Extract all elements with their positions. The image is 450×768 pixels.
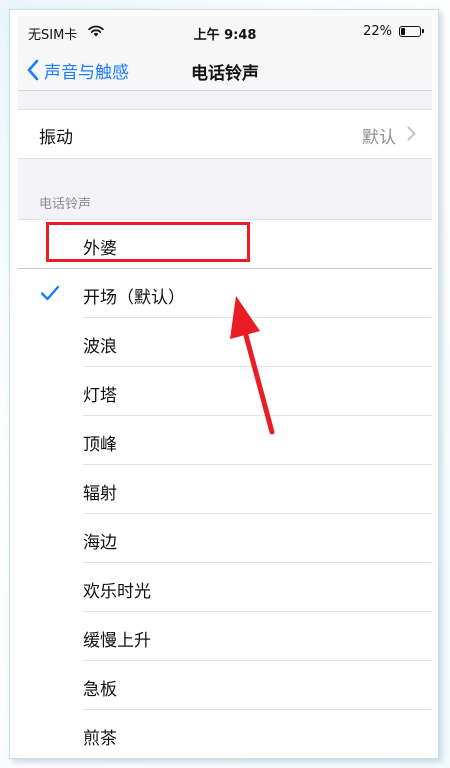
ringtone-name: 煎茶 — [83, 729, 117, 749]
ringtone-name: 灯塔 — [83, 386, 117, 406]
ringtone-name: 开场（默认） — [83, 288, 185, 308]
status-bar: 无SIM卡 上午 9:48 22% — [18, 16, 432, 50]
ringtone-name: 波浪 — [83, 337, 117, 357]
chevron-right-icon — [407, 126, 416, 141]
ringtone-item[interactable]: 缓慢上升 — [18, 612, 432, 661]
ringtone-item[interactable]: 灯塔 — [18, 367, 432, 416]
battery-percentage: 22% — [363, 24, 392, 39]
ringtone-list: 外婆 开场（默认） 波浪 灯塔 顶峰 辐射 海边 欢乐时光 缓慢上升 急板 煎茶 — [18, 219, 432, 752]
vibration-value: 默认 — [362, 128, 396, 148]
ringtone-name: 急板 — [83, 680, 117, 700]
navigation-bar: 声音与触感 电话铃声 — [18, 50, 432, 91]
ringtone-item[interactable]: 海边 — [18, 514, 432, 563]
ringtone-name: 缓慢上升 — [83, 631, 151, 651]
vibration-label: 振动 — [39, 128, 73, 148]
ringtone-item[interactable]: 顶峰 — [18, 416, 432, 465]
ringtone-name: 海边 — [83, 533, 117, 553]
ringtone-item[interactable]: 欢乐时光 — [18, 563, 432, 612]
battery-icon — [399, 26, 424, 37]
ringtone-section-header: 电话铃声 — [39, 197, 92, 212]
ringtone-name: 顶峰 — [83, 435, 117, 455]
phone-screen: 无SIM卡 上午 9:48 22% 声音与触感 电话铃声 振动 默认 电话铃声 … — [18, 16, 432, 752]
checkmark-icon — [40, 285, 60, 301]
battery-level — [401, 28, 405, 35]
ringtone-item[interactable]: 煎茶 — [18, 710, 432, 752]
page-title: 电话铃声 — [191, 64, 259, 84]
ringtone-item[interactable]: 急板 — [18, 661, 432, 710]
ringtone-item[interactable]: 开场（默认） — [18, 269, 432, 318]
ringtone-item[interactable]: 辐射 — [18, 465, 432, 514]
ringtone-name: 辐射 — [83, 484, 117, 504]
ringtone-item[interactable]: 波浪 — [18, 318, 432, 367]
ringtone-name: 欢乐时光 — [83, 582, 151, 602]
vibration-row[interactable]: 振动 默认 — [18, 109, 432, 159]
annotation-highlight-box — [46, 222, 250, 262]
